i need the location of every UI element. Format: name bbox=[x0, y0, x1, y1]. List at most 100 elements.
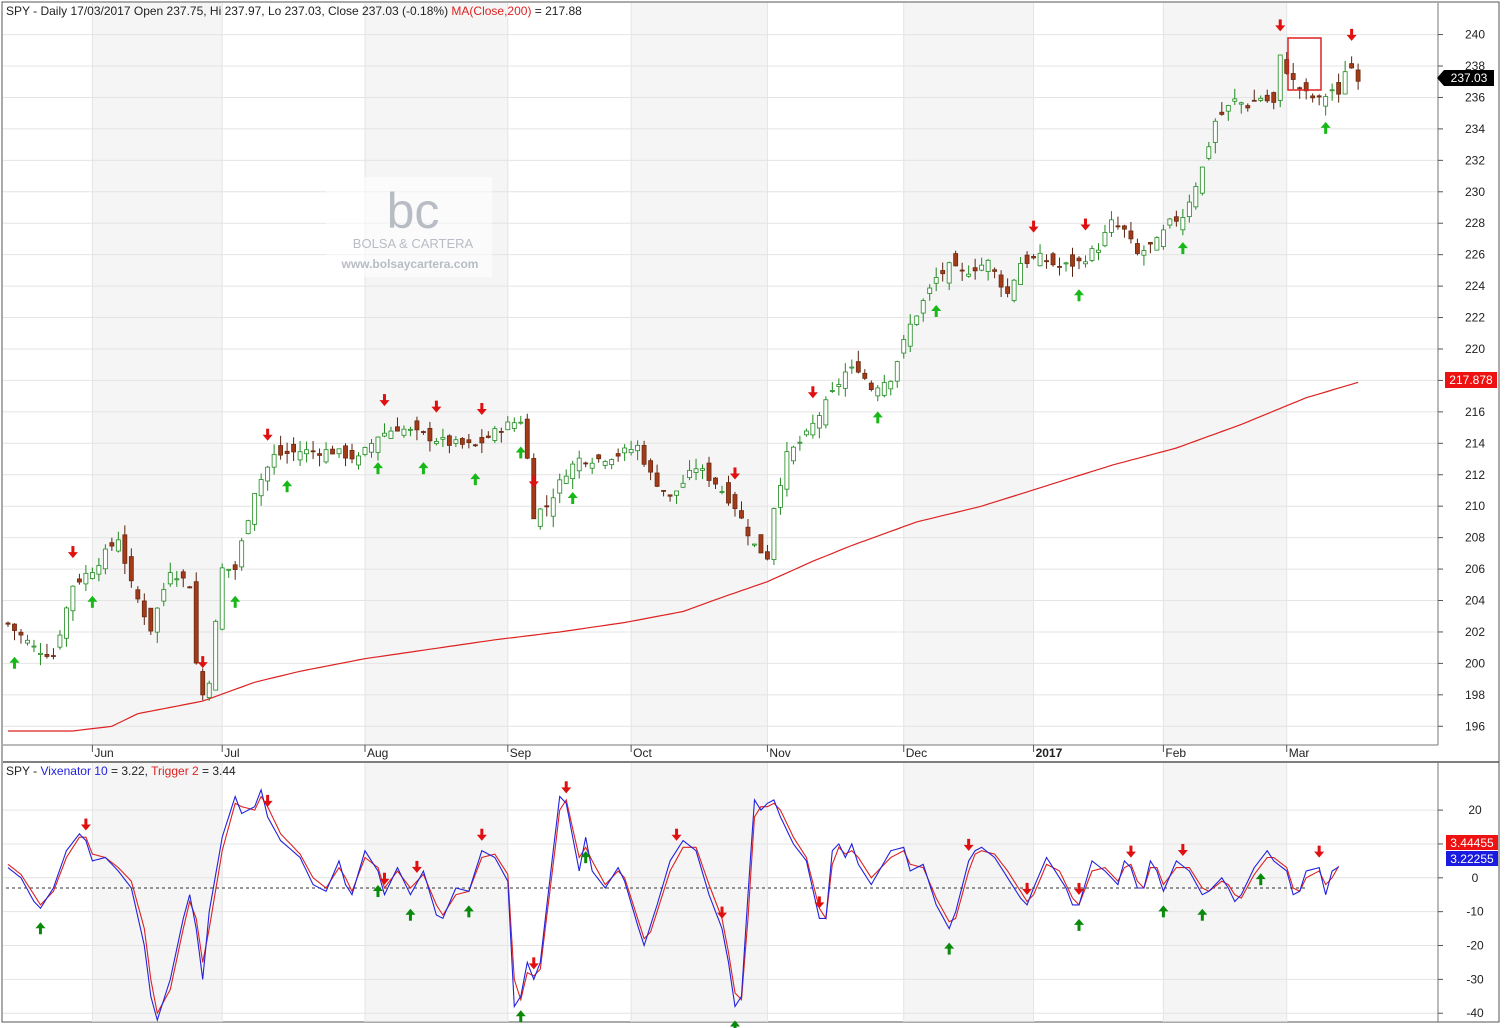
candle-body bbox=[44, 654, 50, 657]
candle-body bbox=[38, 652, 43, 655]
price-tick-label: 196 bbox=[1465, 719, 1485, 733]
candle-body bbox=[1245, 105, 1251, 109]
shade-band bbox=[365, 763, 508, 1022]
candle-body bbox=[1128, 230, 1134, 240]
candle-body bbox=[304, 449, 309, 455]
candle-body bbox=[992, 269, 998, 272]
candle-body bbox=[836, 384, 842, 387]
candle bbox=[148, 607, 154, 635]
price-tick-label: 206 bbox=[1465, 562, 1485, 576]
candle-body bbox=[622, 447, 628, 454]
candle-body bbox=[810, 422, 816, 436]
indicator-tick-label: -20 bbox=[1466, 939, 1484, 953]
candle-body bbox=[654, 472, 660, 487]
indicator-tick-label: -30 bbox=[1466, 972, 1484, 986]
indicator-tick-label: -40 bbox=[1466, 1006, 1484, 1020]
candle-body bbox=[537, 508, 543, 527]
candle-body bbox=[1271, 92, 1277, 103]
candle-body bbox=[842, 371, 848, 389]
candle-body bbox=[284, 450, 290, 454]
candle-body bbox=[1167, 218, 1173, 226]
price-header: SPY - Daily 17/03/2017 Open 237.75, Hi 2… bbox=[6, 4, 582, 18]
candle-body bbox=[888, 380, 894, 390]
candle-body bbox=[914, 315, 920, 325]
month-label: Sep bbox=[510, 746, 532, 760]
ind-header-trigger: Trigger 2 bbox=[151, 764, 199, 778]
candle-body bbox=[1219, 111, 1225, 115]
candle-body bbox=[1238, 102, 1244, 105]
candle-body bbox=[933, 277, 939, 284]
candle-body bbox=[881, 382, 887, 396]
watermark-url: www.bolsaycartera.com bbox=[341, 257, 479, 271]
candle-body bbox=[271, 453, 277, 468]
price-tick-label: 200 bbox=[1465, 656, 1485, 670]
price-tick-label: 208 bbox=[1465, 531, 1485, 545]
candle bbox=[914, 315, 920, 326]
candle-body bbox=[1323, 96, 1329, 107]
candle-body bbox=[395, 426, 400, 432]
candle-body bbox=[784, 451, 790, 490]
watermark-logo: bc bbox=[387, 183, 440, 239]
candle bbox=[193, 572, 199, 665]
candle-body bbox=[706, 462, 712, 481]
price-tick-label: 236 bbox=[1465, 90, 1485, 104]
candle-body bbox=[1277, 54, 1283, 101]
candle bbox=[1199, 166, 1205, 196]
indicator-header: SPY - Vixenator 10 = 3.22, Trigger 2 = 3… bbox=[6, 764, 236, 778]
candle-body bbox=[135, 589, 141, 600]
candle-body bbox=[790, 446, 796, 462]
watermark-name: BOLSA & CARTERA bbox=[353, 236, 474, 251]
candle-body bbox=[1349, 63, 1355, 69]
month-label: Aug bbox=[367, 746, 388, 760]
candle-body bbox=[31, 645, 37, 648]
candle bbox=[1011, 278, 1017, 303]
candle bbox=[1154, 236, 1160, 251]
candle-body bbox=[1160, 229, 1166, 247]
month-label: 2017 bbox=[1036, 746, 1063, 760]
candle-body bbox=[1329, 89, 1335, 92]
candle-body bbox=[498, 431, 504, 433]
candle-body bbox=[1083, 261, 1088, 265]
candle-body bbox=[408, 428, 413, 431]
candle-body bbox=[1173, 216, 1179, 222]
price-tick-label: 228 bbox=[1465, 216, 1485, 230]
candle-body bbox=[1316, 95, 1322, 98]
price-tick-label: 222 bbox=[1465, 311, 1485, 325]
candle-body bbox=[343, 445, 348, 459]
price-tick-label: 226 bbox=[1465, 248, 1485, 262]
candle-body bbox=[128, 556, 134, 582]
shade-band bbox=[903, 763, 1034, 1022]
candle-body bbox=[1044, 260, 1049, 263]
candle-body bbox=[1011, 279, 1017, 301]
candle-body bbox=[349, 449, 355, 460]
candle-body bbox=[1031, 256, 1036, 259]
candle-body bbox=[252, 493, 258, 525]
price-tick-label: 232 bbox=[1465, 153, 1485, 167]
candle-body bbox=[953, 253, 959, 267]
trigger-value-tag: 3.44455 bbox=[1446, 835, 1498, 850]
shade-band bbox=[631, 3, 768, 745]
candle-body bbox=[726, 482, 731, 504]
price-header-ma: MA(Close,200) bbox=[451, 4, 531, 18]
candle-body bbox=[76, 578, 82, 583]
candle-body bbox=[245, 520, 251, 535]
candle bbox=[213, 619, 219, 691]
candle-body bbox=[5, 622, 11, 625]
candle-body bbox=[466, 439, 472, 443]
candle-body bbox=[972, 267, 978, 272]
candle-body bbox=[25, 639, 30, 644]
candle-body bbox=[1089, 248, 1095, 261]
candle-body bbox=[583, 462, 589, 465]
candle-body bbox=[122, 534, 128, 564]
candle-body bbox=[674, 490, 679, 496]
vix-value-tag: 3.22255 bbox=[1446, 851, 1498, 866]
candle-body bbox=[732, 494, 738, 510]
candle-body bbox=[1070, 254, 1075, 267]
candle-body bbox=[70, 585, 76, 612]
candle-body bbox=[985, 259, 991, 272]
price-tick-label: 224 bbox=[1465, 279, 1485, 293]
candle-body bbox=[680, 482, 686, 488]
price-tick-label: 212 bbox=[1465, 468, 1485, 482]
ind-header-vix: Vixenator 10 bbox=[40, 764, 107, 778]
candle-body bbox=[829, 390, 835, 392]
